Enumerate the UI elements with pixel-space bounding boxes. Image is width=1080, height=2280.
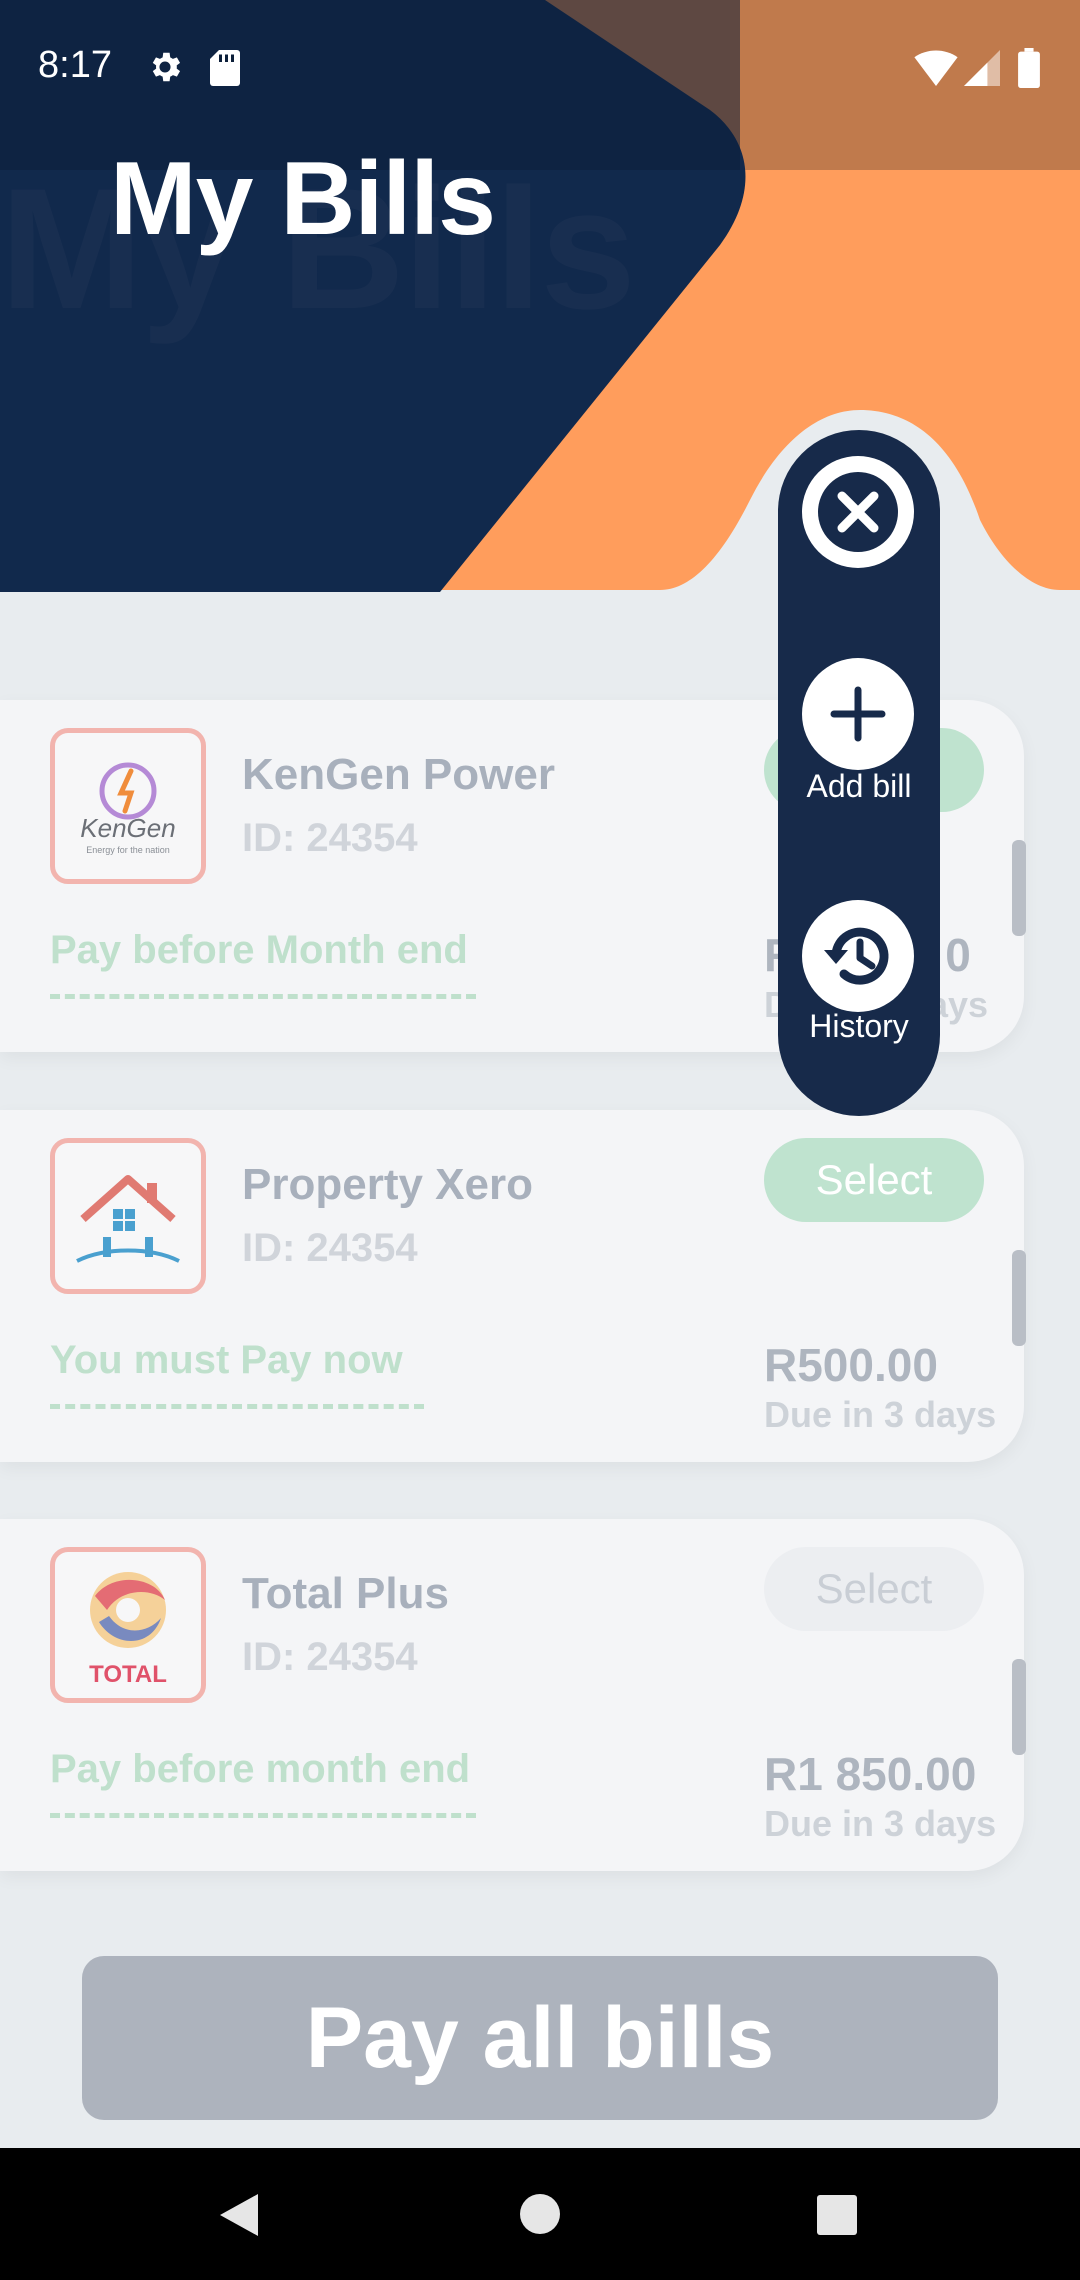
bill-amount: R500.00 — [764, 1339, 938, 1391]
history-icon — [824, 927, 889, 985]
kengen-logo: KenGen Energy for the nation — [80, 762, 176, 855]
svg-text:Energy for the nation: Energy for the nation — [86, 845, 170, 855]
note-underline — [50, 1404, 424, 1409]
note-underline — [50, 1813, 476, 1818]
bill-due: Due in 3 days — [764, 1394, 997, 1435]
close-icon — [818, 472, 898, 552]
status-time: 8:17 — [38, 44, 112, 86]
card-handle[interactable] — [1012, 1659, 1026, 1755]
bill-logo: TOTAL — [50, 1547, 206, 1703]
history-label: History — [809, 1008, 909, 1044]
status-bar: 8:17 — [0, 0, 1080, 136]
app-screen: My Bills My Bills 8:17 KenGen Energy for… — [0, 0, 1080, 2280]
plus-icon — [830, 686, 886, 742]
bill-note: Pay before Month end — [50, 928, 468, 972]
card-handle[interactable] — [1012, 1250, 1026, 1346]
battery-icon — [1018, 48, 1040, 88]
navigation-bar — [0, 2148, 1080, 2280]
svg-text:KenGen: KenGen — [80, 813, 175, 843]
add-bill-label: Add bill — [806, 768, 912, 804]
house-logo — [76, 1175, 180, 1263]
select-button[interactable]: Select — [764, 1547, 984, 1631]
signal-icon — [964, 50, 1000, 86]
note-underline — [50, 994, 476, 999]
bill-amount: R1 850.00 — [764, 1748, 977, 1800]
bill-due: Due in 3 days — [764, 1803, 997, 1844]
sd-card-icon — [210, 50, 240, 86]
fab-menu: Add bill History — [778, 430, 940, 1116]
svg-text:TOTAL: TOTAL — [89, 1661, 167, 1688]
total-logo: TOTAL — [89, 1572, 167, 1688]
pay-all-bills-button[interactable]: Pay all bills — [82, 1956, 998, 2120]
bill-logo — [50, 1138, 206, 1294]
bill-note: You must Pay now — [50, 1338, 403, 1382]
bill-name: KenGen Power — [242, 750, 555, 799]
bill-id: ID: 24354 — [242, 816, 418, 860]
page-title: My Bills — [110, 141, 496, 257]
bill-card[interactable]: Property Xero ID: 24354 Select You must … — [0, 1110, 1026, 1462]
home-icon[interactable] — [518, 2192, 562, 2236]
bill-note: Pay before month end — [50, 1747, 471, 1791]
bill-name: Property Xero — [242, 1160, 533, 1209]
card-handle[interactable] — [1012, 840, 1026, 936]
add-bill-button[interactable] — [802, 658, 914, 770]
select-button[interactable]: Select — [764, 1138, 984, 1222]
bill-name: Total Plus — [242, 1569, 449, 1618]
recents-icon[interactable] — [816, 2194, 858, 2236]
bill-id: ID: 24354 — [242, 1226, 418, 1270]
back-icon[interactable] — [216, 2190, 262, 2240]
history-button[interactable] — [802, 900, 914, 1012]
wifi-icon — [914, 50, 958, 86]
bill-id: ID: 24354 — [242, 1635, 418, 1679]
gear-icon — [152, 52, 181, 82]
close-button[interactable] — [802, 456, 914, 568]
bill-logo: KenGen Energy for the nation — [50, 728, 206, 884]
bill-card[interactable]: TOTAL Total Plus ID: 24354 Select Pay be… — [0, 1519, 1026, 1871]
